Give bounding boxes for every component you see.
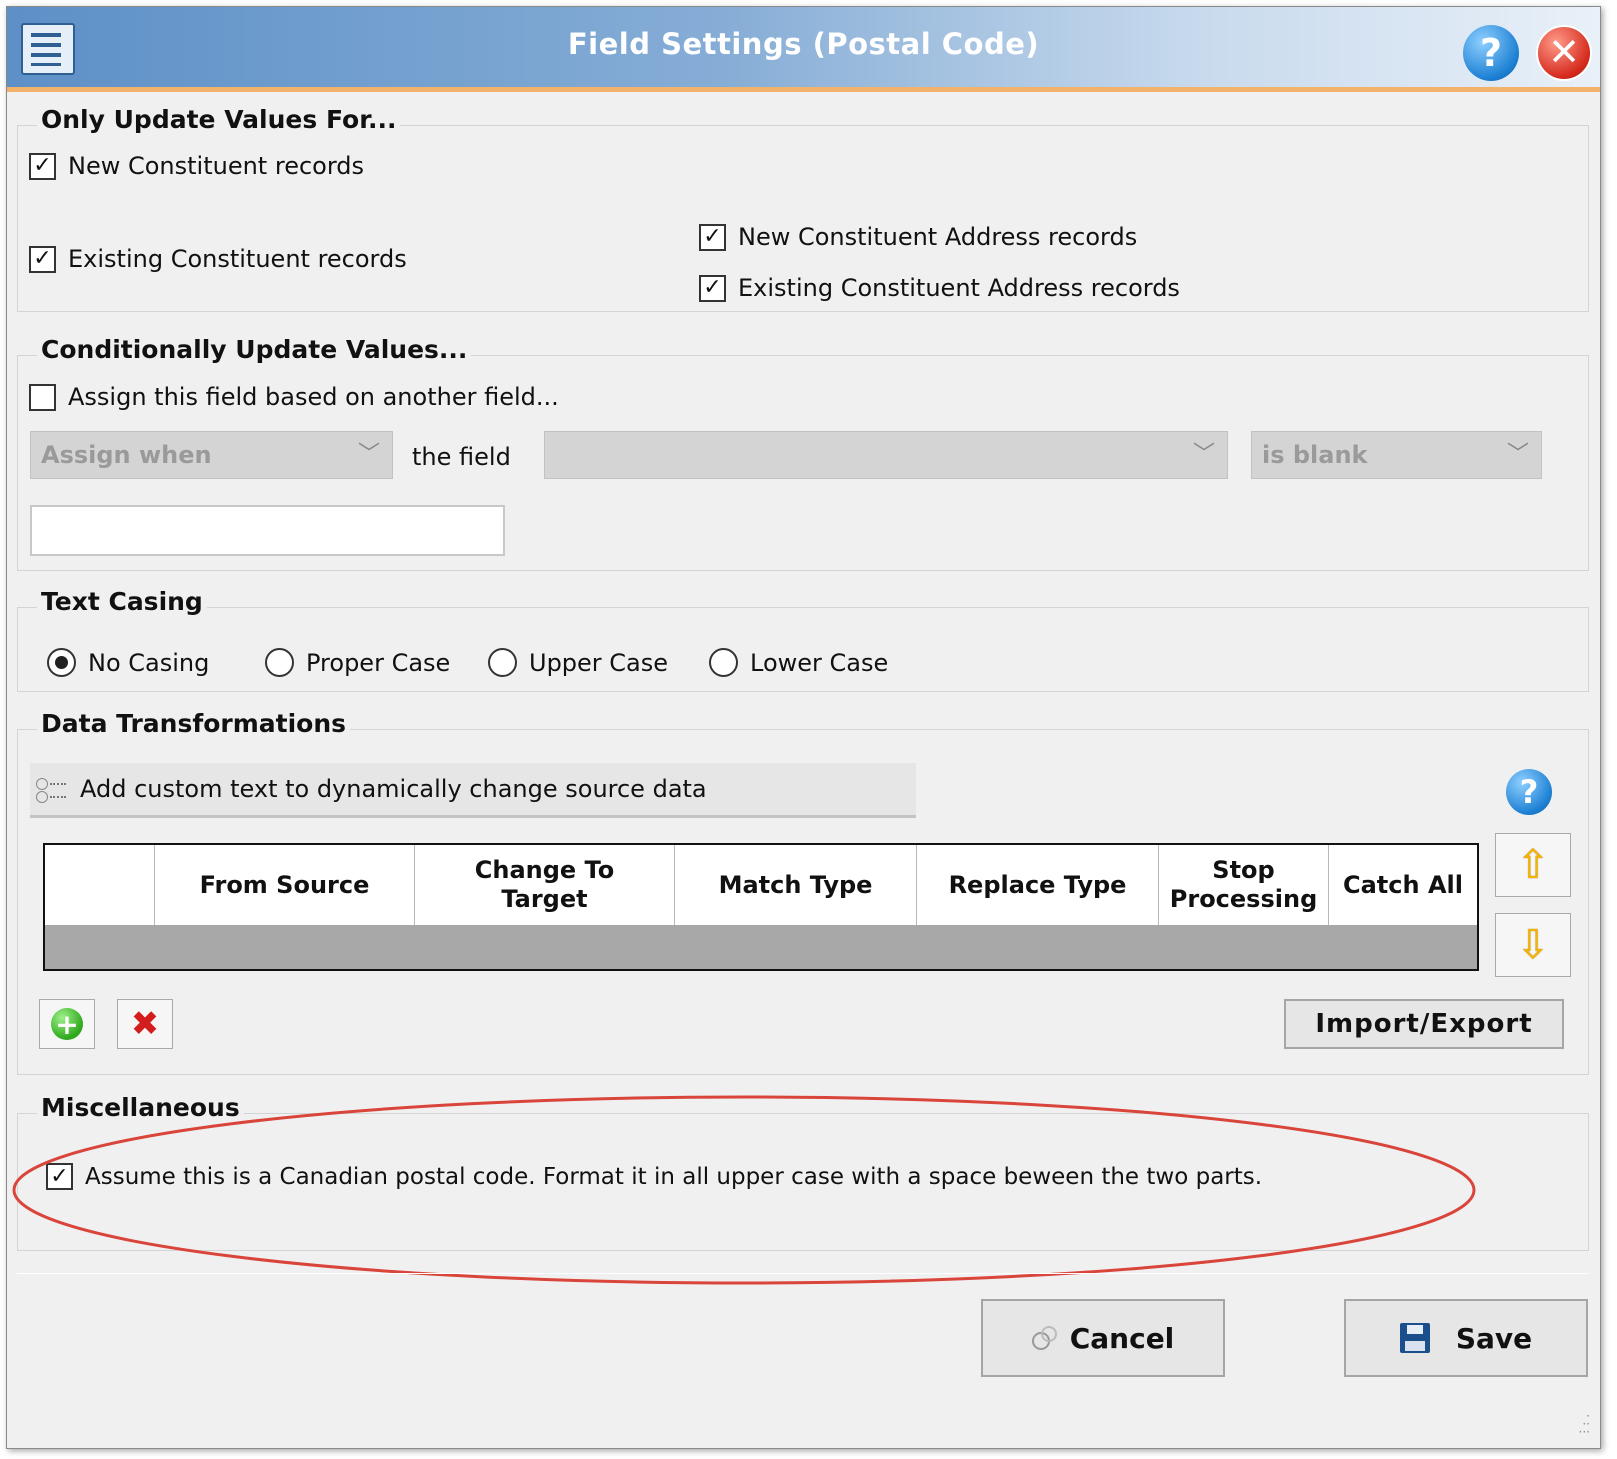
column-header[interactable]: Replace Type bbox=[917, 845, 1159, 925]
delete-icon: ✖ bbox=[130, 1004, 160, 1044]
add-icon: + bbox=[51, 1008, 83, 1041]
arrow-down-icon: ⇩ bbox=[1516, 922, 1550, 968]
conditional-legend: Conditionally Update Values... bbox=[37, 335, 472, 364]
column-header[interactable]: Catch All bbox=[1329, 845, 1477, 925]
cancel-label: Cancel bbox=[1069, 1321, 1175, 1355]
title-bar[interactable]: Field Settings (Postal Code) ? ✕ bbox=[7, 7, 1600, 92]
close-icon[interactable]: ✕ bbox=[1536, 25, 1592, 81]
existing-constituent-checkbox[interactable]: ✓ Existing Constituent records bbox=[29, 245, 407, 273]
arrow-up-icon: ⇧ bbox=[1516, 842, 1550, 888]
field-dropdown[interactable]: ﹀ bbox=[544, 431, 1228, 479]
help-icon[interactable]: ? bbox=[1506, 769, 1552, 815]
custom-text-bar[interactable]: Add custom text to dynamically change so… bbox=[30, 763, 916, 818]
checkbox-checked-icon: ✓ bbox=[29, 245, 56, 273]
radio-upper-case[interactable]: Upper Case bbox=[488, 648, 668, 677]
help-icon[interactable]: ? bbox=[1463, 25, 1519, 81]
chevron-down-icon: ﹀ bbox=[1192, 442, 1215, 467]
existing-constituent-label: Existing Constituent records bbox=[68, 245, 407, 273]
radio-label: Lower Case bbox=[750, 648, 889, 677]
radio-lower-case[interactable]: Lower Case bbox=[709, 648, 888, 677]
save-label: Save bbox=[1455, 1321, 1533, 1355]
checkbox-checked-icon: ✓ bbox=[29, 152, 56, 180]
save-button[interactable]: Save bbox=[1344, 1299, 1588, 1377]
field-settings-dialog: Field Settings (Postal Code) ? ✕ Only Up… bbox=[6, 6, 1601, 1449]
existing-address-checkbox[interactable]: ✓ Existing Constituent Address records bbox=[699, 274, 1180, 302]
move-up-button[interactable]: ⇧ bbox=[1495, 833, 1571, 897]
the-field-label: the field bbox=[412, 443, 511, 471]
chevron-down-icon: ﹀ bbox=[357, 442, 380, 467]
only-update-legend: Only Update Values For... bbox=[37, 105, 401, 134]
checkbox-unchecked-icon bbox=[29, 383, 56, 411]
dialog-title: Field Settings (Postal Code) bbox=[567, 27, 1040, 61]
column-header[interactable]: From Source bbox=[155, 845, 415, 925]
column-header[interactable]: Match Type bbox=[675, 845, 917, 925]
floppy-disk-icon bbox=[1399, 1323, 1430, 1353]
new-address-checkbox[interactable]: ✓ New Constituent Address records bbox=[699, 223, 1137, 251]
radio-selected-icon bbox=[47, 648, 76, 677]
assign-based-checkbox[interactable]: Assign this field based on another field… bbox=[29, 383, 559, 411]
operator-value: is blank bbox=[1262, 441, 1368, 469]
chevron-down-icon: ﹀ bbox=[1506, 442, 1529, 467]
checkbox-checked-icon: ✓ bbox=[699, 274, 726, 302]
radio-proper-case[interactable]: Proper Case bbox=[265, 648, 450, 677]
grid-row-header-cell bbox=[45, 845, 155, 925]
assign-when-value: Assign when bbox=[41, 441, 212, 469]
delete-row-button[interactable]: ✖ bbox=[117, 999, 173, 1049]
footer-divider bbox=[17, 1273, 1589, 1274]
custom-text-label: Add custom text to dynamically change so… bbox=[80, 775, 707, 803]
import-export-button[interactable]: Import/Export bbox=[1284, 999, 1564, 1049]
text-casing-legend: Text Casing bbox=[37, 587, 207, 616]
cancel-icon bbox=[1031, 1326, 1057, 1350]
column-header[interactable]: Stop Processing bbox=[1159, 845, 1329, 925]
radio-label: Proper Case bbox=[306, 648, 451, 677]
new-address-label: New Constituent Address records bbox=[738, 223, 1138, 251]
resize-grip-icon[interactable]: · ·· ··· bbox=[1560, 1410, 1590, 1442]
list-options-icon bbox=[36, 774, 68, 804]
cancel-button[interactable]: Cancel bbox=[981, 1299, 1225, 1377]
transformations-grid[interactable]: From Source Change To Target Match Type … bbox=[43, 843, 1479, 971]
new-constituent-label: New Constituent records bbox=[68, 152, 365, 180]
add-row-button[interactable]: + bbox=[39, 999, 95, 1049]
existing-address-label: Existing Constituent Address records bbox=[738, 274, 1180, 302]
column-header[interactable]: Change To Target bbox=[415, 845, 675, 925]
radio-label: No Casing bbox=[88, 648, 210, 677]
condition-value-input[interactable] bbox=[30, 505, 505, 556]
highlight-ellipse bbox=[12, 1095, 1476, 1285]
radio-unselected-icon bbox=[265, 648, 294, 677]
new-constituent-checkbox[interactable]: ✓ New Constituent records bbox=[29, 152, 364, 180]
radio-unselected-icon bbox=[709, 648, 738, 677]
operator-dropdown[interactable]: is blank ﹀ bbox=[1251, 431, 1542, 479]
assign-when-dropdown[interactable]: Assign when ﹀ bbox=[30, 431, 393, 479]
assign-based-label: Assign this field based on another field… bbox=[68, 383, 559, 411]
transformations-legend: Data Transformations bbox=[37, 709, 351, 738]
radio-no-casing[interactable]: No Casing bbox=[47, 648, 209, 677]
radio-label: Upper Case bbox=[529, 648, 669, 677]
move-down-button[interactable]: ⇩ bbox=[1495, 913, 1571, 977]
radio-unselected-icon bbox=[488, 648, 517, 677]
checkbox-checked-icon: ✓ bbox=[699, 223, 726, 251]
grid-header: From Source Change To Target Match Type … bbox=[45, 845, 1477, 925]
